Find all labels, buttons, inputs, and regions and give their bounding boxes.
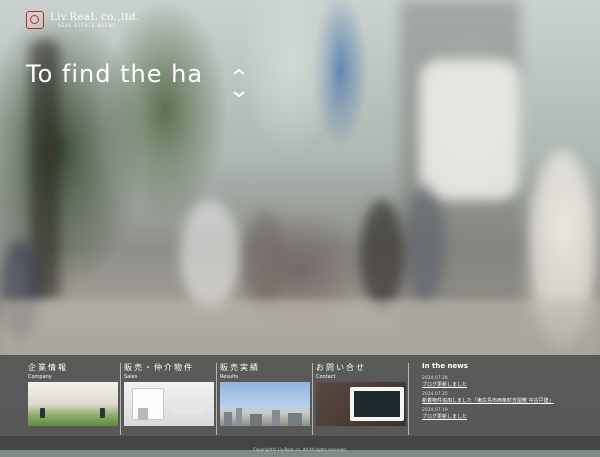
news-item[interactable]: 2024.07.28 ブログ更新しました bbox=[422, 376, 592, 389]
pedestrian bbox=[360, 200, 405, 310]
nav-label-jp: 企業情報 bbox=[28, 363, 68, 372]
pavement bbox=[0, 300, 600, 360]
pedestrian bbox=[180, 200, 240, 310]
news-item[interactable]: 2024.07.25 新着物件追加しました「東広島市西条町吉屋敷 中古戸建」 bbox=[422, 392, 592, 405]
nav-label-jp: 販売・仲介物件 bbox=[124, 363, 194, 372]
news-item[interactable]: 2024.07.19 ブログ更新しました bbox=[422, 408, 592, 421]
hero-tagline: To find the ha bbox=[26, 60, 204, 88]
news-link[interactable]: ブログ更新しました bbox=[422, 414, 592, 421]
typing-cursor-icon bbox=[233, 68, 245, 98]
brand-name: Liv.ReaL co.,ltd. bbox=[50, 11, 140, 23]
nav-label-jp: お問い合せ bbox=[316, 363, 366, 372]
nav-label-jp: 販売実績 bbox=[220, 363, 260, 372]
news-panel: In the news 2024.07.28 ブログ更新しました 2024.07… bbox=[422, 362, 592, 434]
nav-divider bbox=[312, 363, 313, 435]
pedestrian bbox=[405, 185, 445, 305]
site-logo[interactable]: Liv.ReaL co.,ltd. REAL ESTATE AGENT bbox=[26, 11, 140, 29]
news-link[interactable]: ブログ更新しました bbox=[422, 382, 592, 389]
brand-subtitle: REAL ESTATE AGENT bbox=[58, 22, 117, 28]
nav-item-company[interactable]: 企業情報 Company bbox=[28, 363, 120, 435]
nav-divider bbox=[120, 363, 121, 435]
nav-divider bbox=[408, 363, 409, 435]
news-title: In the news bbox=[422, 362, 468, 370]
nav-item-results[interactable]: 販売実績 Results bbox=[220, 363, 312, 435]
nav-item-sales[interactable]: 販売・仲介物件 Sales bbox=[124, 363, 216, 435]
city-skyline-photo-icon bbox=[220, 382, 310, 426]
building-wall-photo-icon bbox=[28, 382, 118, 426]
nav-label-en: Sales bbox=[124, 374, 138, 380]
nav-label-en: Results bbox=[220, 374, 239, 380]
laptop-photo-icon bbox=[316, 382, 406, 426]
pedestrian bbox=[245, 210, 285, 310]
nav-item-contact[interactable]: お問い合せ Contact bbox=[316, 363, 408, 435]
nav-label-en: Contact bbox=[316, 374, 336, 380]
nav-divider bbox=[216, 363, 217, 435]
news-link[interactable]: 新着物件追加しました「東広島市西条町吉屋敷 中古戸建」 bbox=[422, 398, 592, 405]
page-footer: Copyright© Liv.ReaL co.,ltd All rights r… bbox=[0, 436, 600, 452]
nav-label-en: Company bbox=[28, 374, 52, 380]
awning bbox=[420, 60, 520, 200]
logo-icon bbox=[26, 11, 44, 29]
white-interior-photo-icon bbox=[124, 382, 214, 426]
